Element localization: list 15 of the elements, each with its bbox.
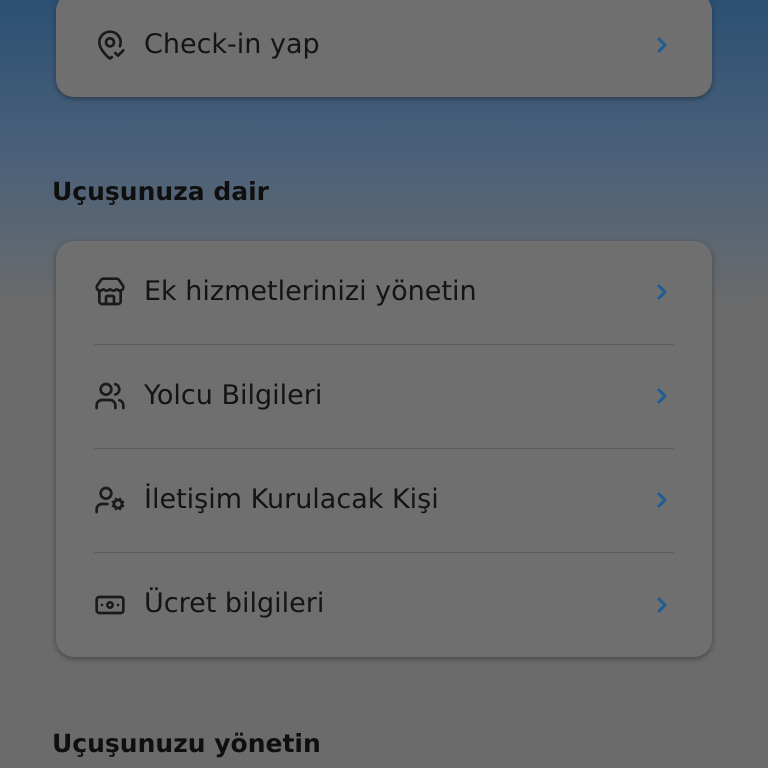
user-gear-icon xyxy=(94,484,126,516)
row-label: Ek hizmetlerinizi yönetin xyxy=(144,274,478,309)
people-icon xyxy=(94,380,126,412)
row-label: İletişim Kurulacak Kişi xyxy=(144,482,440,517)
store-icon xyxy=(94,276,126,308)
menu-row[interactable]: Ek hizmetlerinizi yönetin xyxy=(94,240,674,344)
section-heading: Uçuşunuza dair xyxy=(52,176,270,208)
menu-row[interactable]: İletişim Kurulacak Kişi xyxy=(94,448,674,552)
menu-row[interactable]: Ücret bilgileri xyxy=(94,552,674,656)
row-label: Yolcu Bilgileri xyxy=(144,378,324,413)
row-label: Check-in yap xyxy=(144,28,321,62)
row-label: Ücret bilgileri xyxy=(144,586,326,622)
menu-row[interactable]: Check-in yap xyxy=(94,0,674,97)
menu-row[interactable]: Yolcu Bilgileri xyxy=(94,344,674,448)
section-heading: Uçuşunuzu yönetin xyxy=(52,728,322,760)
